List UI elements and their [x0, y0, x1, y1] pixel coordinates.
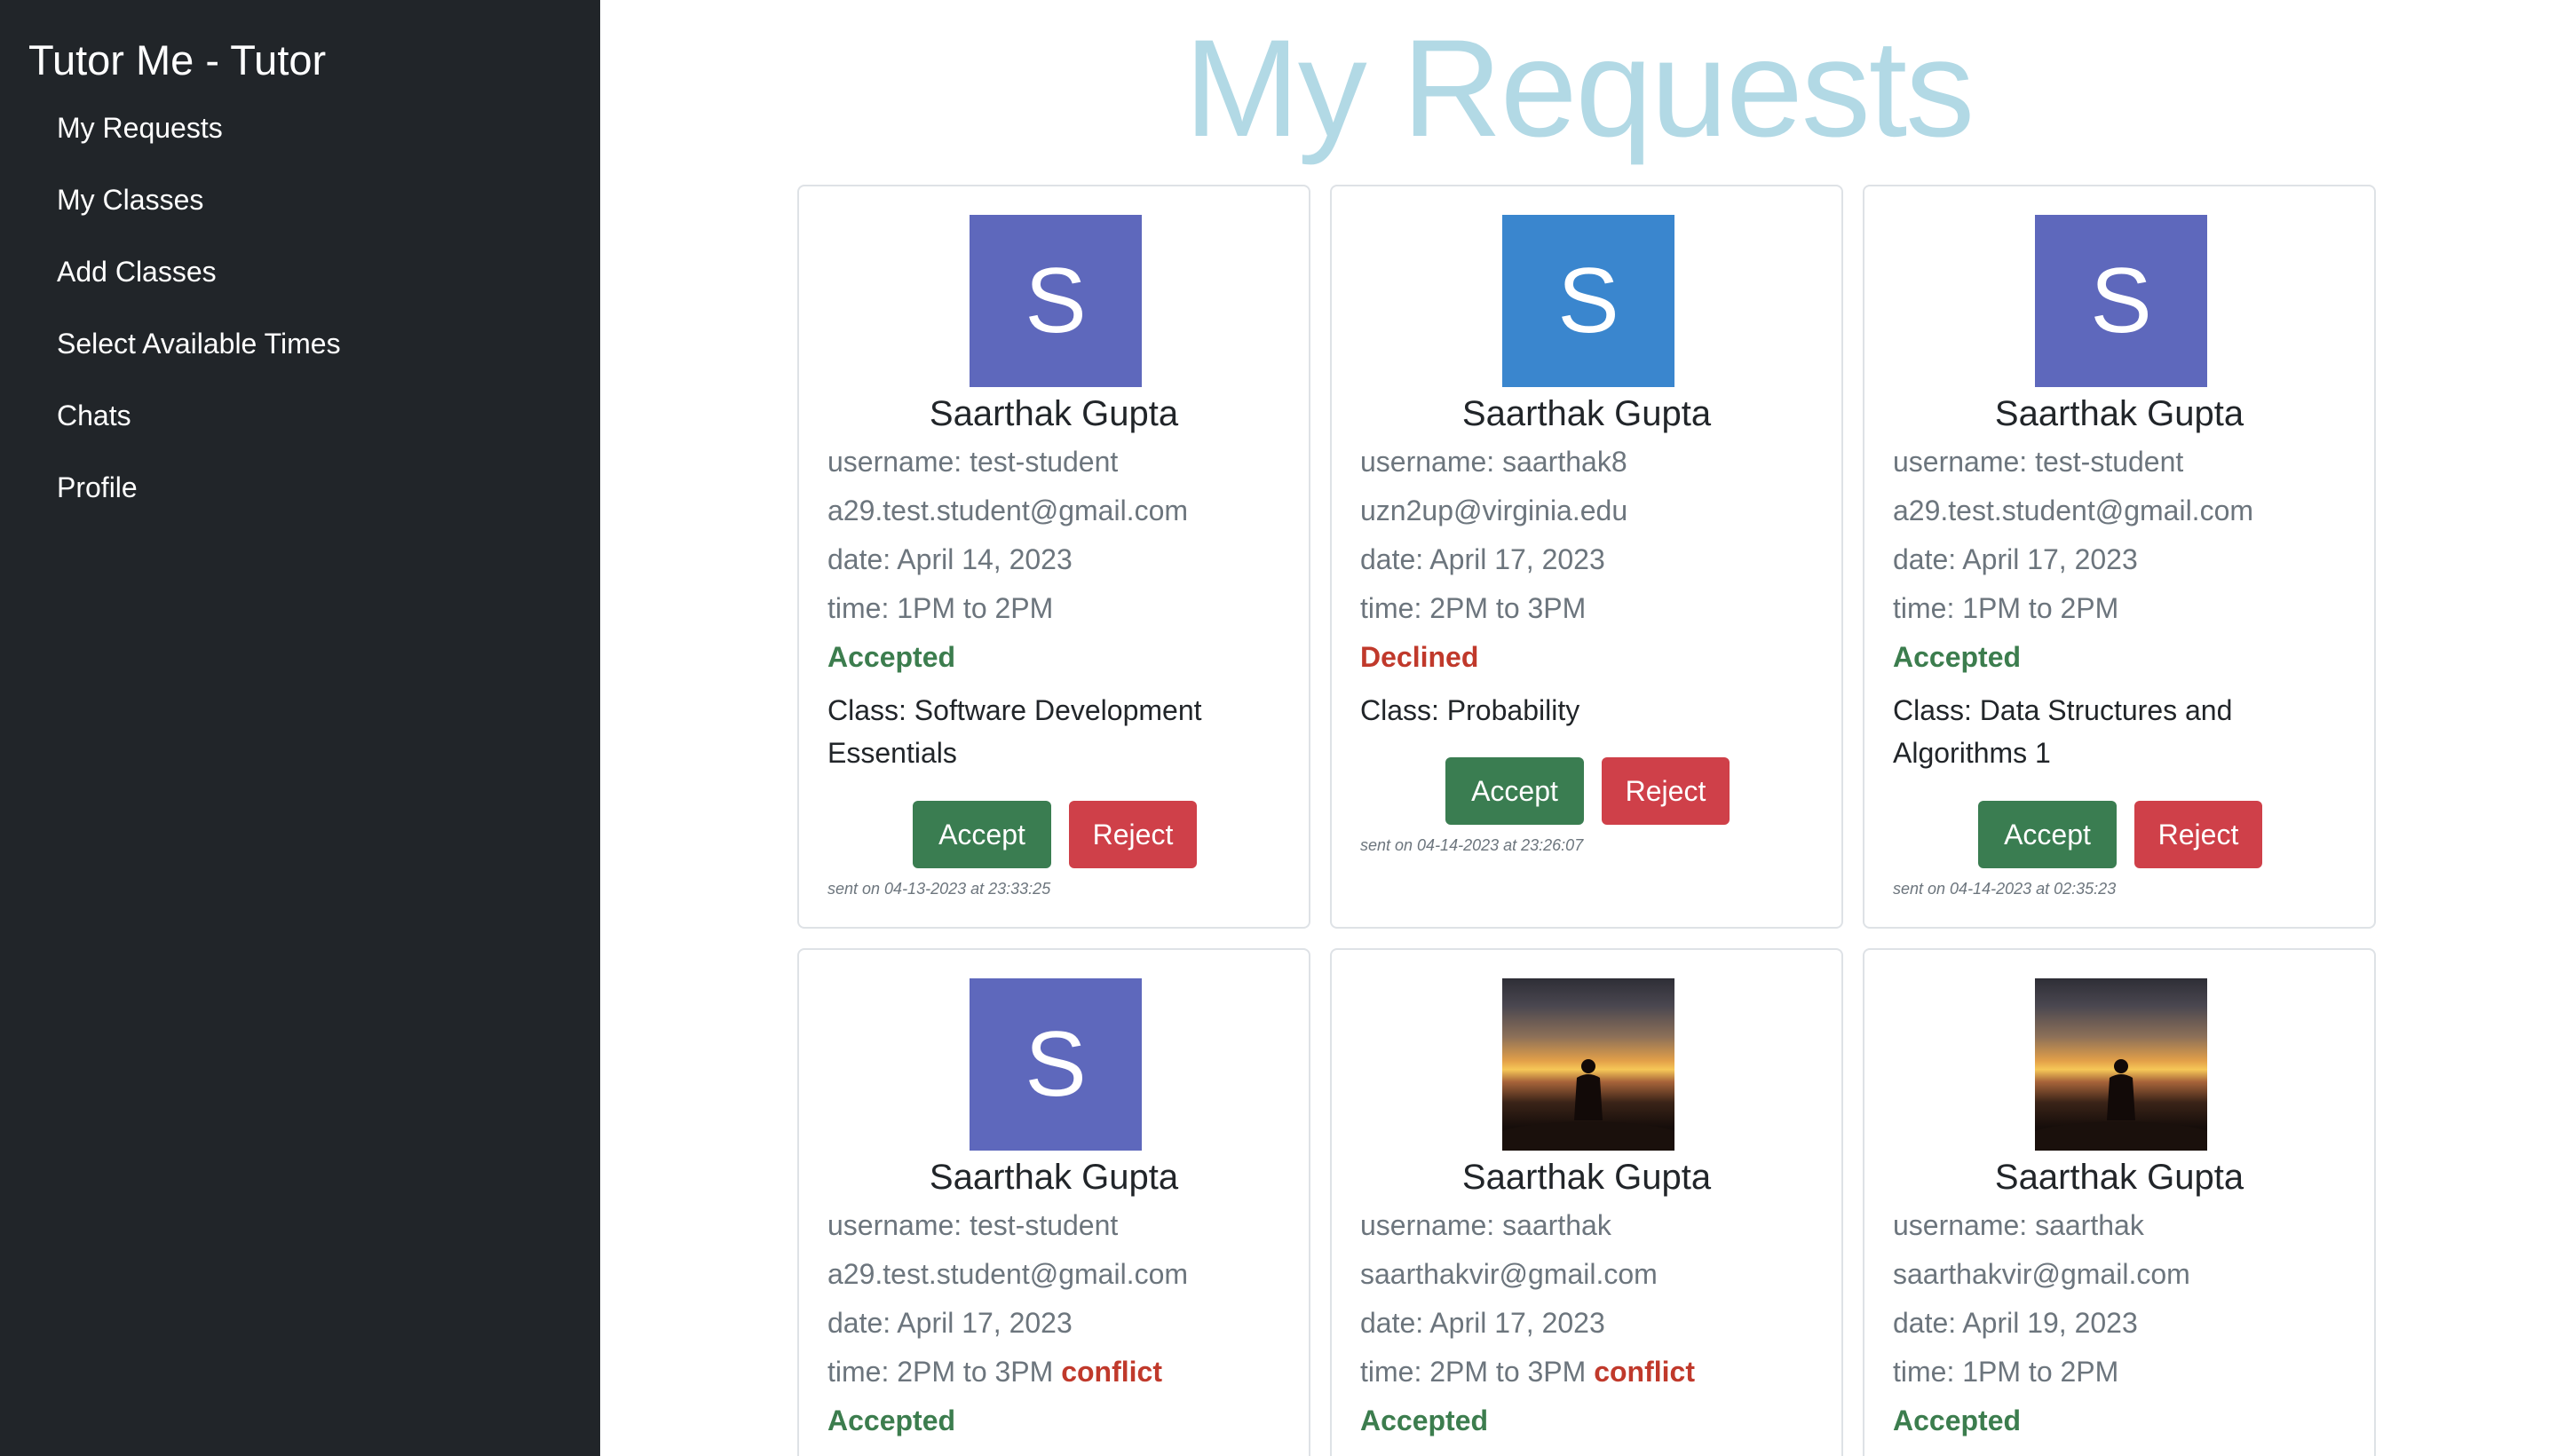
avatar-letter: S [1025, 249, 1087, 352]
request-date: date: April 17, 2023 [1893, 543, 2138, 575]
student-username: username: saarthak [1893, 1209, 2144, 1241]
status-badge: Accepted [1893, 1405, 2022, 1436]
avatar-letter: S [1557, 249, 1619, 352]
student-username: username: test-student [1893, 446, 2184, 478]
status-badge: Accepted [1893, 641, 2022, 673]
student-name: Saarthak Gupta [1461, 394, 1712, 433]
nav-item-my-requests[interactable]: My Requests [57, 110, 223, 146]
student-email: a29.test.student@gmail.com [827, 1258, 1189, 1290]
student-email: saarthakvir@gmail.com [1360, 1258, 1658, 1290]
avatar: S [970, 978, 1142, 1151]
avatar-letter: S [2090, 249, 2152, 352]
student-name: Saarthak Gupta [1994, 394, 2244, 433]
nav-item-chats[interactable]: Chats [57, 398, 131, 433]
request-date: date: April 19, 2023 [1893, 1307, 2138, 1339]
request-time: time: 2PM to 3PM [1360, 592, 1587, 624]
student-email: saarthakvir@gmail.com [1893, 1258, 2190, 1290]
conflict-badge: conflict [1061, 1356, 1162, 1388]
request-date: date: April 17, 2023 [1360, 1307, 1605, 1339]
student-name: Saarthak Gupta [1461, 1158, 1712, 1197]
class-name: Class: Data Structures and Algorithms 1 [1893, 694, 2233, 769]
person-silhouette-icon [1502, 1059, 1674, 1151]
request-time: time: 1PM to 2PM [827, 592, 1054, 624]
request-time: time: 2PM to 3PM conflict [827, 1354, 1162, 1389]
student-name: Saarthak Gupta [929, 1158, 1179, 1197]
accept-button[interactable]: Accept [913, 801, 1051, 868]
request-date: date: April 14, 2023 [827, 543, 1073, 575]
avatar: S [1502, 215, 1674, 387]
nav-item-add-classes[interactable]: Add Classes [57, 254, 217, 289]
accept-button[interactable]: Accept [1445, 757, 1584, 825]
request-date: date: April 17, 2023 [827, 1307, 1073, 1339]
request-time: time: 2PM to 3PM conflict [1360, 1354, 1695, 1389]
student-username: username: saarthak [1360, 1209, 1611, 1241]
request-time: time: 1PM to 2PM [1893, 1356, 2119, 1388]
request-card: Saarthak Gupta username: saarthak saarth… [1863, 948, 2376, 1456]
request-card: S Saarthak Gupta username: test-student … [1863, 185, 2376, 929]
reject-button[interactable]: Reject [2134, 801, 2262, 868]
conflict-badge: conflict [1594, 1356, 1695, 1388]
student-email: uzn2up@virginia.edu [1360, 495, 1628, 526]
app-brand[interactable]: Tutor Me - Tutor [28, 32, 326, 89]
status-badge: Accepted [827, 1405, 956, 1436]
nav-item-select-available-times[interactable]: Select Available Times [57, 326, 341, 361]
student-email: a29.test.student@gmail.com [1893, 495, 2254, 526]
sent-timestamp: sent on 04-14-2023 at 02:35:23 [1893, 880, 2117, 898]
request-date: date: April 17, 2023 [1360, 543, 1605, 575]
avatar [2035, 978, 2207, 1151]
page-title: My Requests [1184, 12, 1975, 166]
request-time-text: time: 2PM to 3PM [1360, 1356, 1587, 1388]
sent-timestamp: sent on 04-14-2023 at 23:26:07 [1360, 836, 1584, 854]
avatar: S [970, 215, 1142, 387]
student-username: username: saarthak8 [1360, 446, 1627, 478]
student-name: Saarthak Gupta [1994, 1158, 2244, 1197]
request-card: Saarthak Gupta username: saarthak saarth… [1330, 948, 1843, 1456]
avatar-letter: S [1025, 1013, 1087, 1116]
request-card: S Saarthak Gupta username: test-student … [797, 185, 1310, 929]
avatar [1502, 978, 1674, 1151]
accept-button[interactable]: Accept [1978, 801, 2117, 868]
status-badge: Accepted [1360, 1405, 1489, 1436]
nav-item-profile[interactable]: Profile [57, 470, 138, 505]
avatar: S [2035, 215, 2207, 387]
class-name: Class: Software Development Essentials [827, 694, 1202, 769]
student-email: a29.test.student@gmail.com [827, 495, 1189, 526]
student-name: Saarthak Gupta [929, 394, 1179, 433]
reject-button[interactable]: Reject [1602, 757, 1730, 825]
sidebar: Tutor Me - Tutor My Requests My Classes … [0, 0, 600, 1456]
request-time-text: time: 2PM to 3PM [827, 1356, 1054, 1388]
status-badge: Declined [1360, 641, 1479, 673]
request-time: time: 1PM to 2PM [1893, 592, 2119, 624]
sent-timestamp: sent on 04-13-2023 at 23:33:25 [827, 880, 1051, 898]
person-silhouette-icon [2035, 1059, 2207, 1151]
class-name: Class: Probability [1360, 694, 1580, 726]
request-card: S Saarthak Gupta username: test-student … [797, 948, 1310, 1456]
request-card: S Saarthak Gupta username: saarthak8 uzn… [1330, 185, 1843, 929]
student-username: username: test-student [827, 1209, 1119, 1241]
status-badge: Accepted [827, 641, 956, 673]
reject-button[interactable]: Reject [1069, 801, 1197, 868]
nav-item-my-classes[interactable]: My Classes [57, 182, 203, 218]
student-username: username: test-student [827, 446, 1119, 478]
